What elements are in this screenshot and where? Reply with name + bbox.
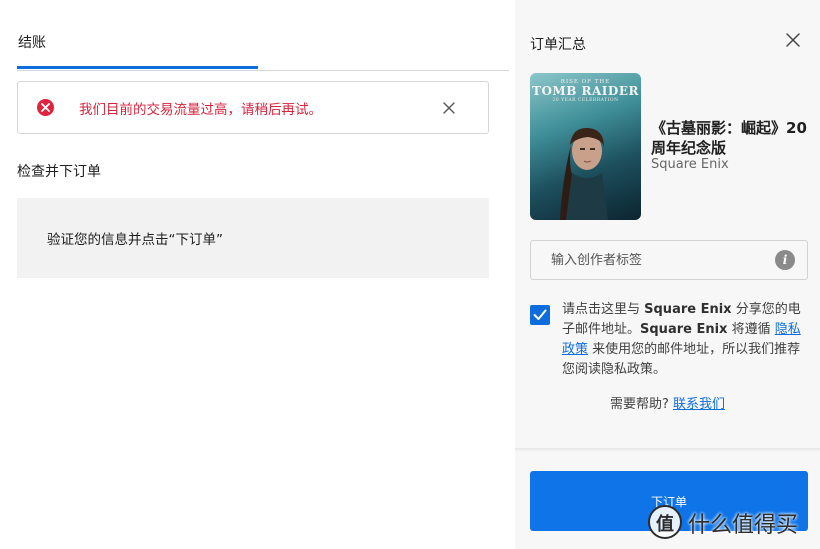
tab-divider: [17, 70, 509, 71]
section-title: 检查并下订单: [17, 164, 101, 180]
alert-message: 我们目前的交易流量过高，请稍后再试。: [79, 102, 322, 118]
footer-divider: [515, 448, 820, 452]
verify-text: 验证您的信息并点击“下订单”: [47, 232, 223, 248]
tab-active-indicator: [17, 66, 258, 69]
info-icon[interactable]: i: [775, 250, 795, 270]
creator-tag-field: i: [530, 240, 808, 280]
help-line: 需要帮助? 联系我们: [609, 397, 726, 412]
verify-panel: 验证您的信息并点击“下订单”: [17, 198, 489, 278]
product-title: 《古墓丽影：崛起》20 周年纪念版: [651, 119, 807, 157]
alert-close-icon[interactable]: [440, 99, 458, 117]
cover-logo: RISE OF THE TOMB RAIDER 20 YEAR CELEBRAT…: [532, 79, 639, 103]
creator-tag-input[interactable]: [531, 241, 761, 279]
cover-figure: [560, 127, 608, 220]
watermark-logo: 值: [648, 505, 682, 539]
consent-text: 请点击这里与 Square Enix 分享您的电子邮件地址。Square Eni…: [562, 302, 801, 377]
close-icon[interactable]: [785, 32, 801, 48]
order-summary-pane: 订单汇总 RISE OF THE TOMB RAIDER 20 YEAR CEL…: [515, 0, 820, 549]
share-email-checkbox[interactable]: [530, 305, 550, 325]
summary-title: 订单汇总: [530, 37, 586, 53]
product-publisher: Square Enix: [651, 157, 729, 172]
error-icon: [37, 99, 54, 116]
tab-checkout[interactable]: 结账: [18, 32, 46, 52]
contact-us-link[interactable]: 联系我们: [673, 397, 725, 412]
game-cover-image: RISE OF THE TOMB RAIDER 20 YEAR CELEBRAT…: [530, 73, 641, 220]
checkout-pane: 结账 我们目前的交易流量过高，请稍后再试。 检查并下订单 验证您的信息并点击“下…: [0, 0, 515, 549]
watermark-text: 什么值得买: [688, 513, 799, 538]
error-alert: 我们目前的交易流量过高，请稍后再试。: [17, 81, 489, 134]
